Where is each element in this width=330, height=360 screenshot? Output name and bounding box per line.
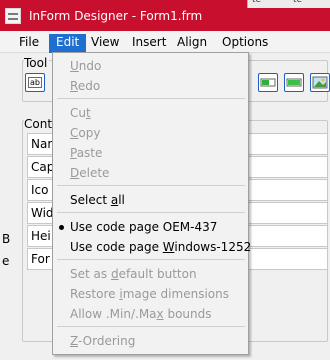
slider-tool-icon: [286, 78, 302, 87]
toolbox-label: Tool: [24, 56, 50, 70]
progressbar-tool-button[interactable]: [258, 73, 278, 92]
textbox-tool-button[interactable]: ab: [25, 73, 45, 92]
menu-item-restore-image-dimensions[interactable]: Restore image dimensions: [70, 287, 229, 301]
menu-separator: [57, 212, 245, 213]
left-edge-strip: B e: [0, 231, 14, 321]
menu-item-code-page-windows[interactable]: Use code page Windows-1252: [70, 240, 251, 254]
progressbar-tool-icon: [260, 78, 276, 87]
edit-menu-dropdown: Undo Redo Cut Copy Paste Delete Select a…: [52, 52, 251, 355]
image-tool-button[interactable]: [310, 73, 330, 92]
menu-item-paste[interactable]: Paste: [70, 146, 102, 160]
menu-item-copy[interactable]: Copy: [70, 126, 100, 140]
left-strip-letter: B: [2, 232, 11, 246]
menu-bar: File Edit View Insert Align Options: [0, 31, 330, 53]
properties-label: Cont: [24, 117, 55, 131]
slider-tool-button[interactable]: [284, 73, 304, 92]
app-icon: [5, 8, 21, 24]
menu-item-redo[interactable]: Redo: [70, 79, 100, 93]
background-window-tabs: te te: [247, 0, 330, 8]
menu-view[interactable]: View: [84, 34, 126, 53]
menu-separator: [57, 326, 245, 327]
menu-insert[interactable]: Insert: [125, 34, 173, 53]
menu-file[interactable]: File: [12, 34, 46, 53]
menu-separator: [57, 98, 245, 99]
menu-item-cut[interactable]: Cut: [70, 106, 91, 120]
background-tab-right[interactable]: te: [293, 0, 302, 5]
window-title: InForm Designer - Form1.frm: [29, 9, 203, 23]
left-strip-letter: e: [2, 254, 10, 268]
menu-item-select-all[interactable]: Select all: [70, 193, 125, 207]
menu-align[interactable]: Align: [170, 34, 214, 53]
menu-edit[interactable]: Edit: [49, 34, 87, 53]
background-tab-left[interactable]: te: [252, 0, 261, 5]
menu-item-set-default-button[interactable]: Set as default button: [70, 267, 197, 281]
radio-bullet-icon: [59, 225, 64, 230]
menu-item-undo[interactable]: Undo: [70, 59, 101, 73]
menu-item-z-ordering[interactable]: Z-Ordering: [70, 334, 135, 348]
menu-separator: [57, 185, 245, 186]
textbox-tool-icon: ab: [28, 77, 42, 88]
menu-item-delete[interactable]: Delete: [70, 166, 109, 180]
image-tool-icon: [312, 76, 328, 89]
menu-separator: [57, 259, 245, 260]
menu-item-allow-min-max-bounds[interactable]: Allow .Min/.Max bounds: [70, 307, 212, 321]
menu-options[interactable]: Options: [215, 34, 275, 53]
menu-item-code-page-oem[interactable]: Use code page OEM-437: [70, 220, 217, 234]
